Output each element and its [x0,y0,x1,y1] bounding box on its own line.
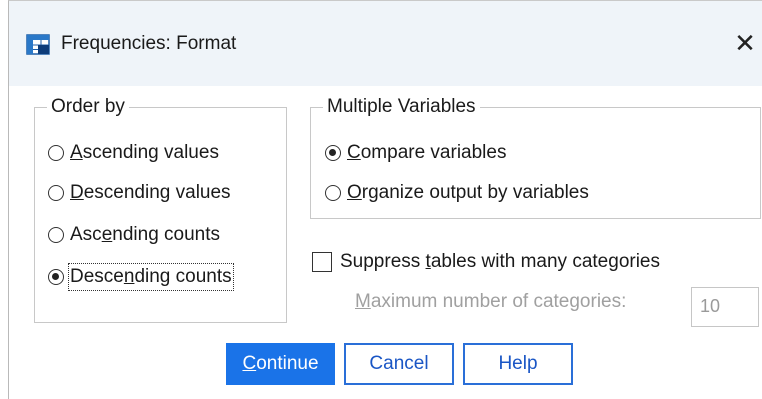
radio-label-ascending-values: Ascending values [70,142,219,163]
radio-button-descending-counts[interactable] [48,269,64,285]
radio-button-ascending-values[interactable] [48,145,64,161]
radio-label-descending-values: Descending values [70,182,231,203]
radio-label-descending-counts: Descending counts [68,263,234,291]
order-by-legend: Order by [47,96,129,118]
max-categories-label: Maximum number of categories: [355,291,627,312]
radio-label-compare-variables: Compare variables [347,142,507,163]
suppress-tables-checkbox[interactable] [312,252,332,272]
radio-descending-values[interactable]: Descending values [48,181,231,205]
cancel-button[interactable]: Cancel [344,343,454,385]
dialog-title: Frequencies: Format [61,33,237,54]
frequencies-format-dialog: Frequencies: Format ✕ Order by Ascending… [8,0,762,399]
radio-button-ascending-counts[interactable] [48,227,64,243]
close-button[interactable]: ✕ [729,27,761,59]
radio-organize-output[interactable]: Organize output by variables [325,181,589,205]
max-categories-input[interactable]: 10 [691,287,759,327]
radio-descending-counts[interactable]: Descending counts [48,263,234,291]
spss-table-icon [26,34,50,55]
radio-label-organize-output: Organize output by variables [347,182,589,203]
close-icon: ✕ [734,27,756,58]
help-button[interactable]: Help [463,343,573,385]
radio-label-ascending-counts: Ascending counts [70,224,221,245]
suppress-tables-label: Suppress tables with many categories [340,251,660,272]
order-by-group: Order by [34,96,287,323]
title-bar: Frequencies: Format ✕ [9,1,762,86]
radio-button-compare-variables[interactable] [325,145,341,161]
continue-button[interactable]: Continue [226,343,335,385]
radio-button-descending-values[interactable] [48,185,64,201]
continue-label: Continue [242,353,319,374]
radio-ascending-counts[interactable]: Ascending counts [48,223,220,247]
radio-ascending-values[interactable]: Ascending values [48,141,219,165]
suppress-tables-checkbox-row[interactable]: Suppress tables with many categories [312,250,660,274]
radio-button-organize-output[interactable] [325,185,341,201]
radio-compare-variables[interactable]: Compare variables [325,141,506,165]
multiple-variables-legend: Multiple Variables [323,96,480,118]
